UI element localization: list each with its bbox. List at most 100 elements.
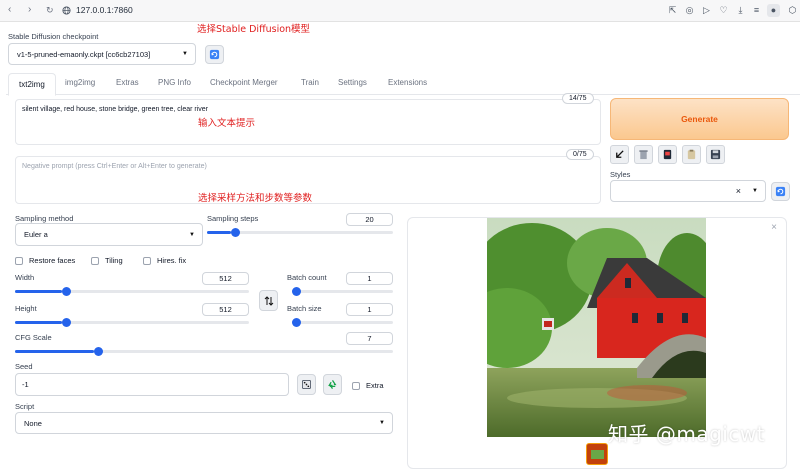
trash-icon <box>639 150 648 160</box>
slider-handle[interactable] <box>292 287 301 296</box>
script-value: None <box>24 418 42 428</box>
tab-extensions[interactable]: Extensions <box>388 78 427 87</box>
clear-prompt-button[interactable] <box>634 145 653 164</box>
negative-token-counter: 0/75 <box>566 149 594 160</box>
height-slider[interactable] <box>15 318 249 327</box>
checkpoint-value: v1-5-pruned-emaonly.ckpt [cc6cb27103] <box>17 49 151 59</box>
tab-bar: txt2img img2img Extras PNG Info Checkpoi… <box>6 73 800 96</box>
arrow-down-left-icon <box>616 150 624 158</box>
sampling-method-value: Euler a <box>24 230 48 239</box>
clipboard-icon <box>687 149 696 160</box>
refresh-styles-button[interactable] <box>771 182 790 201</box>
prompt-token-counter: 14/75 <box>562 93 594 104</box>
seed-label: Seed <box>15 362 33 371</box>
floppy-icon <box>710 149 721 160</box>
tab-img2img[interactable]: img2img <box>65 78 95 87</box>
cfg-scale-input[interactable]: 7 <box>346 332 393 345</box>
annotation-model: 选择Stable Diffusion模型 <box>197 24 311 35</box>
swap-arrows-icon <box>264 295 273 306</box>
restore-faces-checkbox[interactable]: Restore faces <box>15 256 75 265</box>
slider-fill <box>15 321 62 324</box>
card-icon <box>663 149 672 160</box>
read-params-button[interactable] <box>610 145 629 164</box>
tab-txt2img[interactable]: txt2img <box>8 73 56 96</box>
refresh-icon <box>775 186 786 197</box>
extra-seed-checkbox[interactable]: Extra <box>352 381 384 390</box>
share-icon[interactable]: ⇱ <box>666 4 679 17</box>
checkbox-box[interactable] <box>352 381 360 390</box>
generate-button[interactable]: Generate <box>610 98 789 140</box>
sampling-method-select[interactable]: Euler a ▼ <box>15 223 203 246</box>
save-style-button[interactable] <box>706 145 725 164</box>
random-seed-button[interactable] <box>297 374 316 395</box>
reuse-seed-button[interactable] <box>323 374 342 395</box>
profile-icon[interactable]: ● <box>767 4 780 17</box>
camera-icon[interactable]: ◎ <box>683 4 696 17</box>
slider-handle[interactable] <box>231 228 241 237</box>
width-label: Width <box>15 273 35 282</box>
annotation-sampling: 选择采样方法和步数等参数 <box>198 193 313 204</box>
cfg-scale-slider[interactable] <box>15 347 393 356</box>
checkpoint-select[interactable]: v1-5-pruned-emaonly.ckpt [cc6cb27103] ▼ <box>8 43 196 65</box>
styles-select[interactable]: × ▼ <box>610 180 766 202</box>
webui-main: Stable Diffusion checkpoint v1-5-pruned-… <box>0 22 800 469</box>
checkbox-box[interactable] <box>143 256 151 265</box>
apply-style-button[interactable] <box>682 145 701 164</box>
swap-dimensions-button[interactable] <box>259 290 278 311</box>
tab-extras[interactable]: Extras <box>116 78 139 87</box>
batch-size-label: Batch size <box>287 304 322 313</box>
slider-fill <box>15 350 95 353</box>
batch-count-input[interactable]: 1 <box>346 272 393 285</box>
hires-fix-checkbox[interactable]: Hires. fix <box>143 256 186 265</box>
generate-label: Generate <box>681 114 718 124</box>
tab-settings[interactable]: Settings <box>338 78 367 87</box>
menu-lines-icon[interactable]: ≡ <box>750 4 763 17</box>
chevron-down-icon: ▼ <box>752 188 758 194</box>
negative-prompt-placeholder: Negative prompt (press Ctrl+Enter or Alt… <box>22 163 207 170</box>
forward-icon[interactable]: › <box>28 4 31 15</box>
width-slider[interactable] <box>15 287 249 296</box>
slider-handle[interactable] <box>292 318 301 327</box>
show-extra-networks-button[interactable] <box>658 145 677 164</box>
restore-faces-label: Restore faces <box>29 256 76 265</box>
width-input[interactable]: 512 <box>202 272 249 285</box>
generated-image[interactable] <box>487 218 706 437</box>
extension-icon[interactable]: ⬡ <box>786 4 799 17</box>
gallery-thumbnail[interactable] <box>586 443 608 465</box>
batch-size-input[interactable]: 1 <box>346 303 393 316</box>
watermark: 知乎 @magicwt <box>608 422 766 446</box>
tab-png-info[interactable]: PNG Info <box>158 78 191 87</box>
heart-icon[interactable]: ♡ <box>717 4 730 17</box>
prompt-text: silent village, red house, stone bridge,… <box>22 106 208 113</box>
slider-handle[interactable] <box>61 287 71 296</box>
prompt-input[interactable]: silent village, red house, stone bridge,… <box>15 99 601 145</box>
tab-checkpoint-merger[interactable]: Checkpoint Merger <box>210 78 278 87</box>
refresh-checkpoint-button[interactable] <box>205 45 224 64</box>
batch-count-label: Batch count <box>287 273 327 282</box>
chevron-down-icon: ▼ <box>182 51 188 57</box>
sampling-steps-input[interactable]: 20 <box>346 213 393 226</box>
checkbox-box[interactable] <box>15 256 23 265</box>
slider-handle[interactable] <box>61 318 71 327</box>
clear-icon[interactable]: × <box>736 186 741 196</box>
cfg-scale-value: 7 <box>367 334 372 343</box>
tab-train[interactable]: Train <box>301 78 319 87</box>
script-select[interactable]: None ▼ <box>15 412 393 434</box>
tiling-checkbox[interactable]: Tiling <box>91 256 123 265</box>
reload-icon[interactable]: ↻ <box>46 5 54 16</box>
close-icon[interactable]: × <box>771 222 777 233</box>
checkpoint-label: Stable Diffusion checkpoint <box>8 32 99 41</box>
batch-size-slider[interactable] <box>292 318 393 327</box>
send-icon[interactable]: ▷ <box>700 4 713 17</box>
seed-input[interactable]: -1 <box>15 373 289 396</box>
checkbox-box[interactable] <box>91 256 99 265</box>
height-input[interactable]: 512 <box>202 303 249 316</box>
address-bar[interactable]: 127.0.0.1:7860 <box>76 5 133 15</box>
download-icon[interactable]: ⤓ <box>734 4 747 17</box>
annotation-prompt: 输入文本提示 <box>198 118 256 129</box>
slider-handle[interactable] <box>94 347 104 356</box>
batch-count-slider[interactable] <box>292 287 393 296</box>
tiling-label: Tiling <box>105 256 123 265</box>
sampling-steps-slider[interactable] <box>207 228 393 237</box>
back-icon[interactable]: ‹ <box>8 4 11 15</box>
